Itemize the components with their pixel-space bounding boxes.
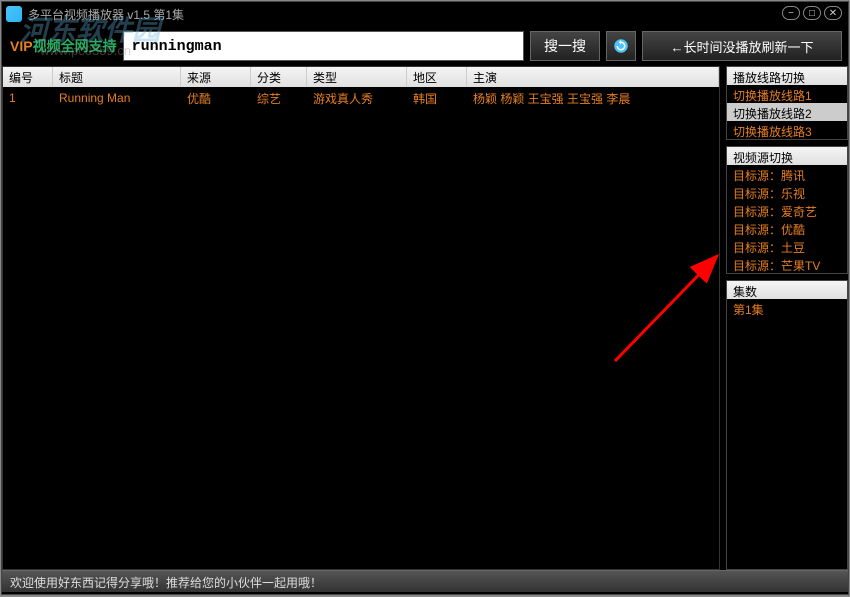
vip-label: VIP视频全网支持 bbox=[8, 36, 117, 56]
refresh-icon-button[interactable] bbox=[606, 31, 636, 61]
source-item-youku[interactable]: 目标源：优酷 bbox=[727, 219, 847, 237]
results-table: 编号 标题 来源 分类 类型 地区 主演 1 Running Man 优酷 综艺… bbox=[2, 66, 720, 570]
status-bar: 欢迎使用好东西记得分享哦！推荐给您的小伙伴一起用哦！ bbox=[2, 570, 848, 592]
main-window: 多平台视频播放器 v1.5 第1集 − □ ✕ 河东软件园 www.pc0359… bbox=[1, 1, 849, 595]
route-panel: 播放线路切换 切换播放线路1 切换播放线路2 切换播放线路3 bbox=[726, 66, 848, 140]
minimize-button[interactable]: − bbox=[782, 6, 800, 20]
table-body: 1 Running Man 优酷 综艺 游戏真人秀 韩国 杨颖 杨颖 王宝强 王… bbox=[3, 87, 719, 109]
episode-item-1[interactable]: 第1集 bbox=[727, 299, 847, 317]
title-bar: 多平台视频播放器 v1.5 第1集 − □ ✕ bbox=[2, 2, 848, 26]
episodes-panel-header: 集数 bbox=[727, 281, 847, 299]
source-item-tencent[interactable]: 目标源：腾讯 bbox=[727, 165, 847, 183]
route-panel-header: 播放线路切换 bbox=[727, 67, 847, 85]
side-panels: 播放线路切换 切换播放线路1 切换播放线路2 切换播放线路3 视频源切换 目标源… bbox=[720, 66, 848, 570]
app-icon bbox=[6, 6, 22, 22]
route-panel-body: 切换播放线路1 切换播放线路2 切换播放线路3 bbox=[727, 85, 847, 139]
col-cast[interactable]: 主演 bbox=[467, 67, 719, 87]
episodes-panel-body: 第1集 bbox=[727, 299, 847, 317]
refresh-icon bbox=[612, 37, 630, 55]
table-row[interactable]: 1 Running Man 优酷 综艺 游戏真人秀 韩国 杨颖 杨颖 王宝强 王… bbox=[3, 87, 719, 109]
main-content: 编号 标题 来源 分类 类型 地区 主演 1 Running Man 优酷 综艺… bbox=[2, 66, 848, 570]
col-num[interactable]: 编号 bbox=[3, 67, 53, 87]
source-panel-header: 视频源切换 bbox=[727, 147, 847, 165]
col-type[interactable]: 类型 bbox=[307, 67, 407, 87]
window-title: 多平台视频播放器 v1.5 第1集 bbox=[28, 6, 184, 23]
source-item-iqiyi[interactable]: 目标源：爱奇艺 bbox=[727, 201, 847, 219]
episodes-panel: 集数 第1集 bbox=[726, 280, 848, 570]
source-item-tudou[interactable]: 目标源：土豆 bbox=[727, 237, 847, 255]
maximize-button[interactable]: □ bbox=[803, 6, 821, 20]
table-header: 编号 标题 来源 分类 类型 地区 主演 bbox=[3, 67, 719, 87]
route-item-1[interactable]: 切换播放线路1 bbox=[727, 85, 847, 103]
search-button[interactable]: 搜一搜 bbox=[530, 31, 600, 61]
col-category[interactable]: 分类 bbox=[251, 67, 307, 87]
search-row: VIP视频全网支持 搜一搜 ←长时间没播放刷新一下 bbox=[2, 26, 848, 66]
col-region[interactable]: 地区 bbox=[407, 67, 467, 87]
source-panel: 视频源切换 目标源：腾讯 目标源：乐视 目标源：爱奇艺 目标源：优酷 目标源：土… bbox=[726, 146, 848, 274]
source-item-letv[interactable]: 目标源：乐视 bbox=[727, 183, 847, 201]
route-item-2[interactable]: 切换播放线路2 bbox=[727, 103, 847, 121]
col-source[interactable]: 来源 bbox=[181, 67, 251, 87]
route-item-3[interactable]: 切换播放线路3 bbox=[727, 121, 847, 139]
source-item-mgtv[interactable]: 目标源：芒果TV bbox=[727, 255, 847, 273]
close-button[interactable]: ✕ bbox=[824, 6, 842, 20]
search-input[interactable] bbox=[123, 31, 524, 61]
refresh-text-button[interactable]: ←长时间没播放刷新一下 bbox=[642, 31, 842, 61]
source-panel-body: 目标源：腾讯 目标源：乐视 目标源：爱奇艺 目标源：优酷 目标源：土豆 目标源：… bbox=[727, 165, 847, 273]
col-title[interactable]: 标题 bbox=[53, 67, 181, 87]
window-controls: − □ ✕ bbox=[782, 6, 842, 20]
